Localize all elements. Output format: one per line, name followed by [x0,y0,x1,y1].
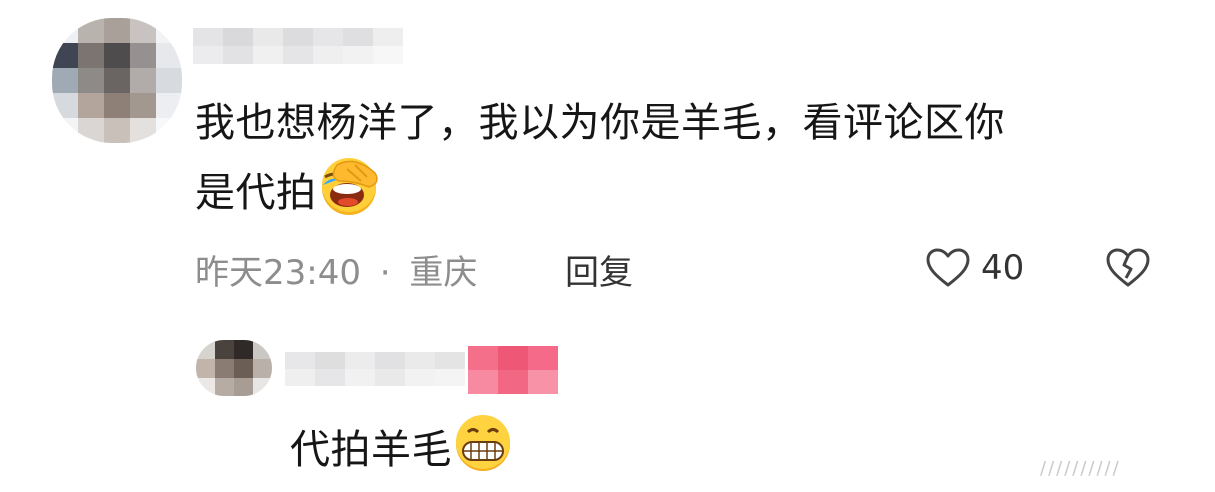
commenter-name[interactable] [193,28,403,64]
reply-text: 代拍羊毛 [290,427,452,473]
comment-meta: 昨天23:40 · 重庆 [195,245,477,294]
reply-button[interactable]: 回复 [565,245,633,294]
rolling-on-floor-laughing-emoji [317,155,383,235]
meta-separator: · [379,253,391,293]
comment-text-line2-wrap: 是代拍 [195,155,383,235]
reply-text-wrap: 代拍羊毛 [290,412,514,492]
comment-text-line2: 是代拍 [195,170,317,216]
commenter-avatar[interactable] [52,18,182,143]
heart-outline-icon [925,247,971,289]
watermark: ////////// [1040,458,1121,479]
reply-commenter-name[interactable] [285,352,465,386]
comment-location: 重庆 [409,253,478,293]
reply-commenter-badge [468,346,558,394]
broken-heart-icon [1105,247,1151,289]
reply-commenter-avatar[interactable] [196,340,272,396]
dislike-button[interactable] [1105,247,1151,293]
comment-text-line1: 我也想杨洋了，我以为你是羊毛，看评论区你 [195,100,1005,146]
grinning-face-emoji [452,412,514,492]
like-button[interactable]: 40 [925,247,1024,289]
like-count: 40 [981,248,1025,288]
comment-time: 昨天23:40 [195,253,361,293]
